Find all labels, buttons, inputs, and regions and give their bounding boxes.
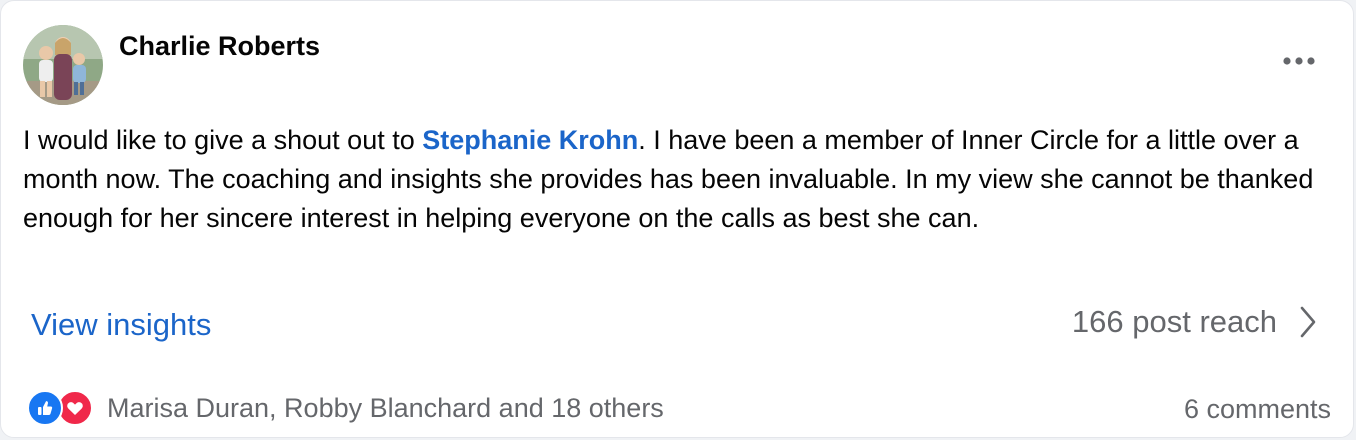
view-insights-link[interactable]: View insights xyxy=(31,307,211,343)
comments-count-link[interactable]: 6 comments xyxy=(1184,394,1331,425)
reactions-names: Marisa Duran, Robby Blanchard and 18 oth… xyxy=(107,392,664,423)
like-reaction-icon xyxy=(27,390,63,426)
reactions-summary[interactable]: Marisa Duran, Robby Blanchard and 18 oth… xyxy=(27,390,664,426)
more-options-icon[interactable] xyxy=(1277,49,1321,73)
post-reach-button[interactable]: 166 post reach xyxy=(1072,304,1317,340)
post-text-intro: I would like to give a shout out to xyxy=(23,125,423,155)
author-name[interactable]: Charlie Roberts xyxy=(119,31,320,62)
post-card: Charlie Roberts I would like to give a s… xyxy=(0,0,1354,438)
author-avatar[interactable] xyxy=(23,25,103,105)
mention-link[interactable]: Stephanie Krohn xyxy=(422,125,638,155)
chevron-right-icon xyxy=(1300,306,1316,338)
post-reach-label: 166 post reach xyxy=(1071,304,1277,339)
post-text: I would like to give a shout out to Step… xyxy=(23,121,1335,238)
